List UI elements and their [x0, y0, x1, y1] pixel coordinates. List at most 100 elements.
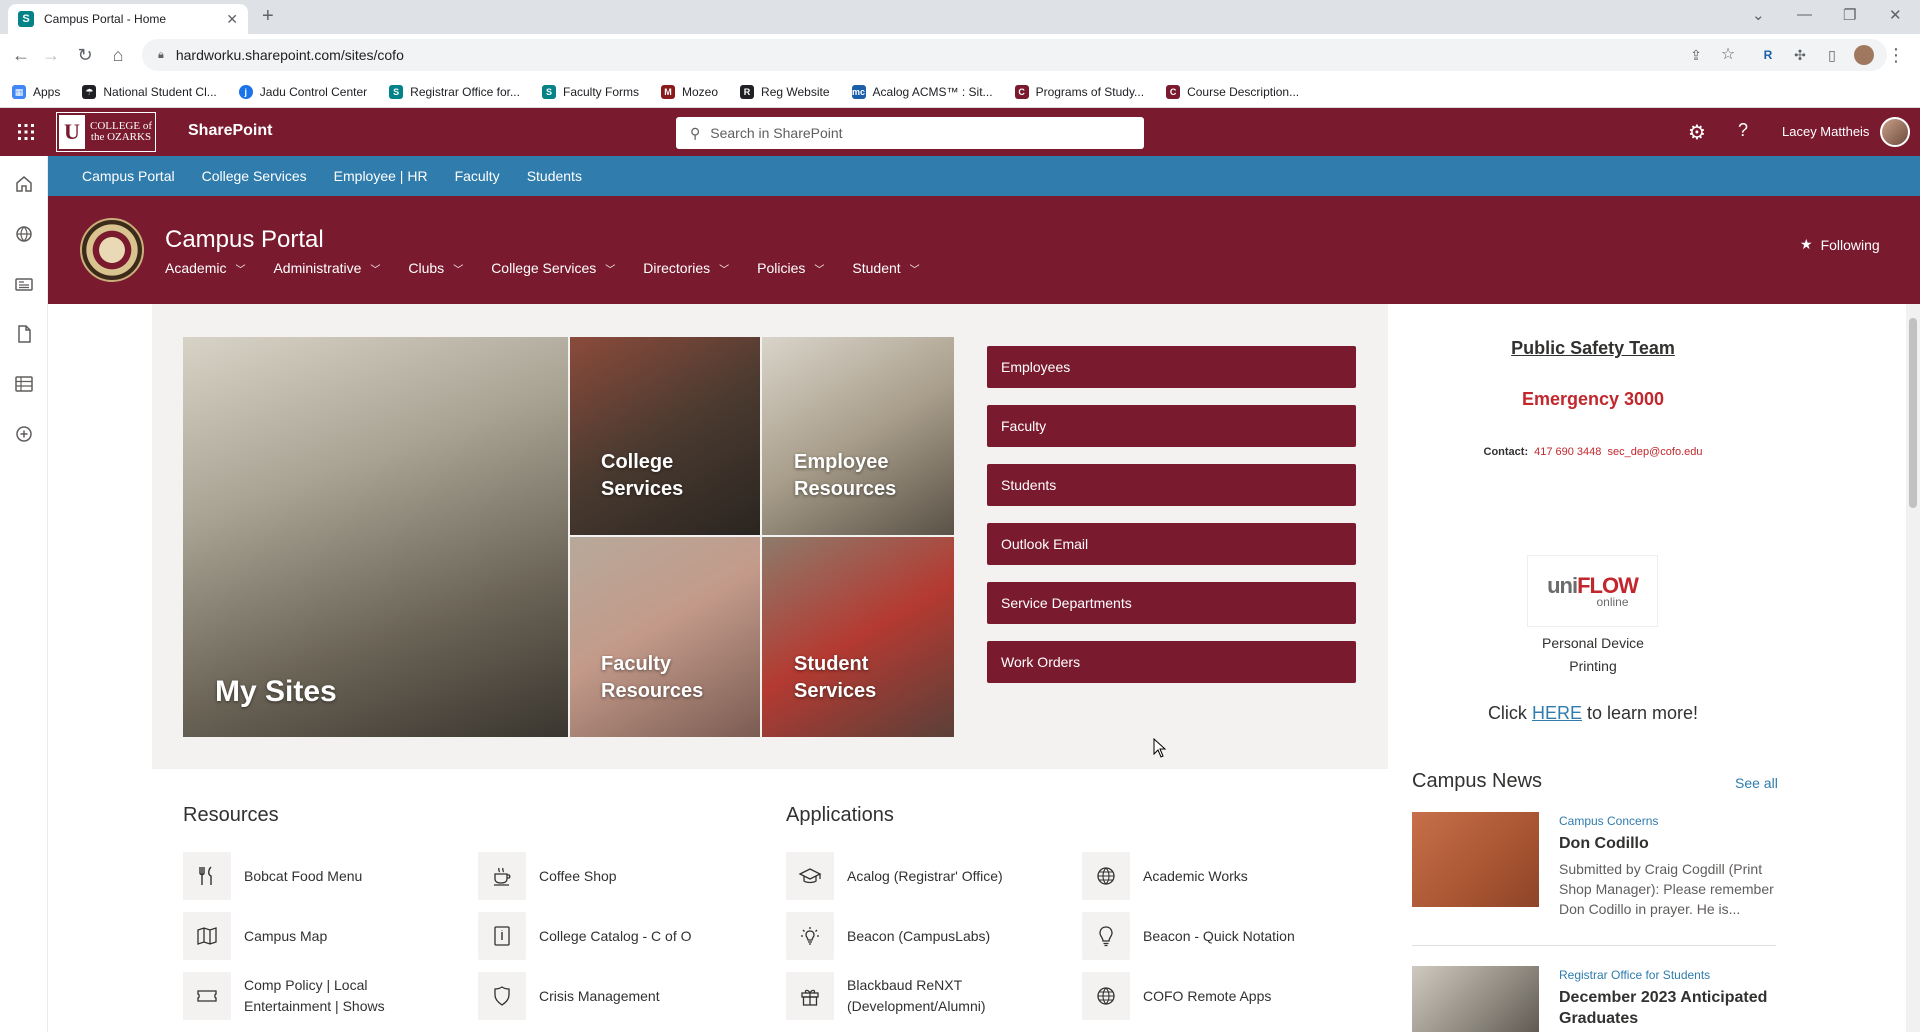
url-bar[interactable]: 🔒︎ hardworku.sharepoint.com/sites/cofo [142, 39, 1887, 71]
close-tab-icon[interactable]: ✕ [226, 11, 238, 28]
learn-more-post: to learn more! [1586, 703, 1699, 723]
extension-icon[interactable]: R [1756, 43, 1780, 67]
resource-comp-policy[interactable]: Comp Policy | Local Entertainment | Show… [183, 972, 404, 1020]
nav-label: College Services [491, 260, 597, 276]
file-icon[interactable] [12, 322, 36, 346]
nav-administrative[interactable]: Administrative ﹀ [273, 260, 380, 276]
bookmark-jadu[interactable]: j Jadu Control Center [238, 84, 367, 99]
news-thumbnail[interactable] [1412, 966, 1539, 1032]
menu-dots-icon[interactable]: ⋮ [1884, 43, 1908, 67]
bookmark-mozeo[interactable]: M Mozeo [661, 84, 718, 99]
browser-tab[interactable]: S Campus Portal - Home ✕ [8, 4, 248, 34]
quick-link-employees[interactable]: Employees [987, 346, 1356, 388]
globe-icon[interactable] [12, 222, 36, 246]
news-category[interactable]: Campus Concerns [1559, 814, 1658, 828]
quick-link-faculty[interactable]: Faculty [987, 405, 1356, 447]
share-icon[interactable]: ⇪ [1684, 43, 1708, 67]
tile-student-services[interactable]: Student Services [762, 537, 954, 737]
list-icon[interactable] [12, 372, 36, 396]
bookmark-reg-website[interactable]: R Reg Website [740, 84, 830, 99]
nav-student[interactable]: Student ﹀ [852, 260, 919, 276]
nav-clubs[interactable]: Clubs ﹀ [408, 260, 463, 276]
hub-nav-faculty[interactable]: Faculty [455, 168, 500, 184]
scrollbar-thumb[interactable] [1909, 318, 1917, 508]
news-title[interactable]: December 2023 Anticipated Graduates [1559, 987, 1789, 1029]
forward-icon[interactable]: → [39, 43, 63, 67]
resource-bobcat-food-menu[interactable]: Bobcat Food Menu [183, 852, 362, 900]
bookmark-registrar[interactable]: S Registrar Office for... [389, 84, 520, 99]
quick-link-students[interactable]: Students [987, 464, 1356, 506]
resource-campus-map[interactable]: Campus Map [183, 912, 327, 960]
help-icon[interactable]: ? [1738, 120, 1748, 141]
minimize-icon[interactable]: — [1797, 6, 1812, 23]
new-tab-icon[interactable]: + [262, 5, 274, 28]
avatar[interactable] [1880, 117, 1910, 147]
restore-icon[interactable]: ❐ [1843, 6, 1856, 24]
contact-email[interactable]: sec_dep@cofo.edu [1608, 446, 1703, 458]
public-safety-title[interactable]: Public Safety Team [1400, 338, 1786, 359]
nav-college-services[interactable]: College Services ﹀ [491, 260, 615, 276]
bookmark-apps[interactable]: ▦ Apps [12, 84, 60, 99]
tile-my-sites[interactable]: My Sites [183, 337, 568, 737]
reload-icon[interactable]: ↻ [73, 43, 97, 67]
quick-link-service-departments[interactable]: Service Departments [987, 582, 1356, 624]
hub-nav-college-services[interactable]: College Services [202, 168, 307, 184]
following-button[interactable]: ★ Following [1800, 236, 1880, 253]
bookmark-course-desc[interactable]: C Course Description... [1166, 84, 1299, 99]
quick-link-outlook-email[interactable]: Outlook Email [987, 523, 1356, 565]
news-title[interactable]: Don Codillo [1559, 833, 1789, 854]
tile-employee-resources[interactable]: Employee Resources [762, 337, 954, 535]
uniflow-logo[interactable]: uniFLOW online [1527, 555, 1658, 627]
search-input[interactable]: ⚲ Search in SharePoint [676, 117, 1144, 149]
puzzle-icon[interactable]: ✣ [1788, 43, 1812, 67]
hub-nav-students[interactable]: Students [527, 168, 582, 184]
app-beacon-quick-notation[interactable]: Beacon - Quick Notation [1082, 912, 1295, 960]
close-window-icon[interactable]: ✕ [1889, 6, 1902, 24]
resource-college-catalog[interactable]: College Catalog - C of O [478, 912, 692, 960]
app-launcher-icon[interactable] [14, 120, 38, 144]
bookmark-acalog[interactable]: mc Acalog ACMS™ : Sit... [851, 84, 993, 99]
bookmark-favicon-icon: M [661, 84, 675, 99]
college-logo[interactable]: U COLLEGE of the OZARKS [56, 112, 156, 152]
user-name[interactable]: Lacey Mattheis [1782, 124, 1869, 139]
nav-directories[interactable]: Directories ﹀ [643, 260, 729, 276]
site-title[interactable]: Campus Portal [165, 226, 324, 254]
back-icon[interactable]: ← [9, 43, 33, 67]
home-icon[interactable]: ⌂ [106, 43, 130, 67]
app-blackbaud-renxt[interactable]: Blackbaud ReNXT (Development/Alumni) [786, 972, 1007, 1020]
star-icon[interactable]: ☆ [1716, 43, 1740, 67]
add-circle-icon[interactable] [12, 422, 36, 446]
app-acalog[interactable]: Acalog (Registrar' Office) [786, 852, 1003, 900]
contact-phone[interactable]: 417 690 3448 [1534, 446, 1601, 458]
gear-icon[interactable]: ⚙ [1688, 120, 1706, 145]
news-thumbnail[interactable] [1412, 812, 1539, 907]
quick-link-work-orders[interactable]: Work Orders [987, 641, 1356, 683]
app-cofo-remote-apps[interactable]: COFO Remote Apps [1082, 972, 1271, 1020]
nav-policies[interactable]: Policies ﹀ [757, 260, 824, 276]
hub-nav-employee-hr[interactable]: Employee | HR [334, 168, 428, 184]
profile-avatar[interactable] [1852, 43, 1876, 67]
resource-coffee-shop[interactable]: Coffee Shop [478, 852, 617, 900]
app-name[interactable]: SharePoint [188, 122, 272, 140]
nav-academic[interactable]: Academic ﹀ [165, 260, 245, 276]
sharepoint-favicon-icon: S [18, 11, 34, 27]
see-all-link[interactable]: See all [1735, 775, 1778, 791]
bookmark-faculty-forms[interactable]: S Faculty Forms [541, 84, 639, 99]
page-scrollbar[interactable] [1906, 304, 1920, 1032]
hub-nav-campus-portal[interactable]: Campus Portal [82, 168, 175, 184]
resource-crisis-management[interactable]: Crisis Management [478, 972, 660, 1020]
tile-faculty-resources[interactable]: Faculty Resources [570, 537, 760, 737]
ticket-icon [183, 972, 231, 1020]
news-icon[interactable] [12, 272, 36, 296]
home-icon[interactable] [12, 172, 36, 196]
bookmark-national-student[interactable]: ☂ National Student Cl... [82, 84, 217, 99]
college-seal-logo[interactable] [80, 218, 144, 282]
tile-college-services[interactable]: College Services [570, 337, 760, 535]
chevron-down-icon[interactable]: ⌄ [1752, 6, 1765, 24]
here-link[interactable]: HERE [1532, 703, 1582, 723]
app-beacon-campuslabs[interactable]: Beacon (CampusLabs) [786, 912, 990, 960]
news-category[interactable]: Registrar Office for Students [1559, 968, 1710, 982]
side-panel-icon[interactable]: ▯ [1820, 43, 1844, 67]
app-academic-works[interactable]: Academic Works [1082, 852, 1248, 900]
bookmark-programs[interactable]: C Programs of Study... [1014, 84, 1144, 99]
